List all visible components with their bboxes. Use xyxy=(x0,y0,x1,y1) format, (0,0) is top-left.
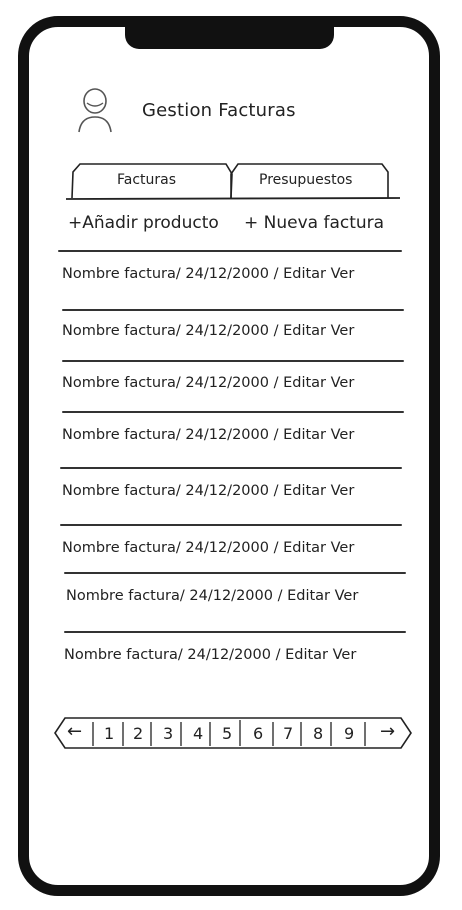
list-item: Nombre factura/ 24/12/2000 / Editar Ver xyxy=(62,540,408,570)
invoice-name[interactable]: Nombre factura xyxy=(62,483,176,499)
page-2-button[interactable]: 2 xyxy=(133,724,143,743)
divider xyxy=(62,309,404,311)
invoice-name[interactable]: Nombre factura xyxy=(62,375,176,391)
invoice-date: / 24/12/2000 xyxy=(175,266,269,282)
list-item: Nombre factura/ 24/12/2000 / Editar Ver xyxy=(66,588,412,618)
page-3-button[interactable]: 3 xyxy=(163,724,173,743)
divider xyxy=(60,524,402,526)
edit-link[interactable]: / Editar xyxy=(274,427,326,443)
invoice-date: / 24/12/2000 xyxy=(177,647,271,663)
add-product-button[interactable]: +Añadir producto xyxy=(68,213,219,233)
view-link[interactable]: Ver xyxy=(331,427,355,443)
invoice-date: / 24/12/2000 xyxy=(175,323,269,339)
invoice-date: / 24/12/2000 xyxy=(175,375,269,391)
page-1-button[interactable]: 1 xyxy=(104,724,114,743)
page-6-button[interactable]: 6 xyxy=(253,724,263,743)
view-link[interactable]: Ver xyxy=(331,483,355,499)
edit-link[interactable]: / Editar xyxy=(274,483,326,499)
edit-link[interactable]: / Editar xyxy=(276,647,328,663)
view-link[interactable]: Ver xyxy=(331,375,355,391)
invoice-date: / 24/12/2000 xyxy=(175,540,269,556)
invoice-name[interactable]: Nombre factura xyxy=(64,647,178,663)
pagination: ← 1 2 3 4 5 6 7 8 9 → xyxy=(53,716,413,750)
tab-presupuestos[interactable]: Presupuestos xyxy=(259,172,352,188)
new-invoice-button[interactable]: + Nueva factura xyxy=(244,213,384,233)
edit-link[interactable]: / Editar xyxy=(274,375,326,391)
invoice-name[interactable]: Nombre factura xyxy=(62,540,176,556)
invoice-date: / 24/12/2000 xyxy=(175,483,269,499)
view-link[interactable]: Ver xyxy=(333,647,357,663)
edit-link[interactable]: / Editar xyxy=(274,540,326,556)
toolbar: +Añadir producto + Nueva factura xyxy=(68,213,398,241)
divider xyxy=(62,360,404,362)
invoice-name[interactable]: Nombre factura xyxy=(62,427,176,443)
view-link[interactable]: Ver xyxy=(331,266,355,282)
list-item: Nombre factura/ 24/12/2000 / Editar Ver xyxy=(62,266,408,296)
divider xyxy=(64,631,406,633)
invoice-date: / 24/12/2000 xyxy=(179,588,273,604)
divider xyxy=(62,411,404,413)
page-7-button[interactable]: 7 xyxy=(283,724,293,743)
view-link[interactable]: Ver xyxy=(331,323,355,339)
divider xyxy=(58,250,402,252)
page-4-button[interactable]: 4 xyxy=(193,724,203,743)
list-item: Nombre factura/ 24/12/2000 / Editar Ver xyxy=(62,375,408,405)
list-item: Nombre factura/ 24/12/2000 / Editar Ver xyxy=(62,427,408,457)
invoice-name[interactable]: Nombre factura xyxy=(66,588,180,604)
page-9-button[interactable]: 9 xyxy=(344,724,354,743)
prev-page-button[interactable]: ← xyxy=(67,721,82,742)
divider xyxy=(60,467,402,469)
phone-notch xyxy=(125,16,334,49)
page-title: Gestion Facturas xyxy=(142,100,296,121)
user-avatar-icon xyxy=(78,88,112,133)
list-item: Nombre factura/ 24/12/2000 / Editar Ver xyxy=(62,323,408,353)
list-item: Nombre factura/ 24/12/2000 / Editar Ver xyxy=(64,647,410,677)
invoice-name[interactable]: Nombre factura xyxy=(62,266,176,282)
edit-link[interactable]: / Editar xyxy=(278,588,330,604)
invoice-date: / 24/12/2000 xyxy=(175,427,269,443)
view-link[interactable]: Ver xyxy=(335,588,359,604)
edit-link[interactable]: / Editar xyxy=(274,323,326,339)
next-page-button[interactable]: → xyxy=(380,721,395,742)
view-link[interactable]: Ver xyxy=(331,540,355,556)
tab-bar: Facturas Presupuestos xyxy=(66,160,400,204)
divider xyxy=(64,572,406,574)
edit-link[interactable]: / Editar xyxy=(274,266,326,282)
page-5-button[interactable]: 5 xyxy=(222,724,232,743)
tab-facturas[interactable]: Facturas xyxy=(117,172,176,188)
page-8-button[interactable]: 8 xyxy=(313,724,323,743)
list-item: Nombre factura/ 24/12/2000 / Editar Ver xyxy=(62,483,408,513)
invoice-name[interactable]: Nombre factura xyxy=(62,323,176,339)
